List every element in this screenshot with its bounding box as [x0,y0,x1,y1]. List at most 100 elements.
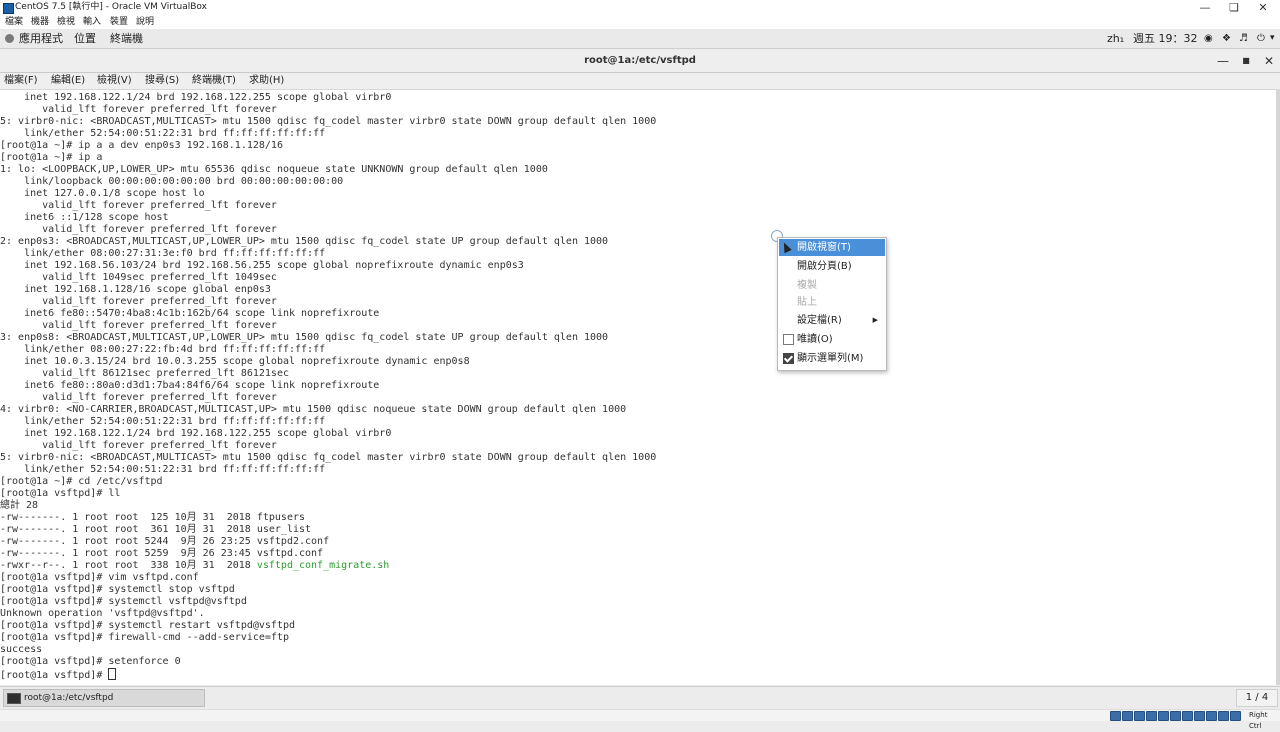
terminal-line-text: valid_lft forever preferred_lft forever [0,200,277,211]
terminal-line: 5: virbr0-nic: <BROADCAST,MULTICAST> mtu… [0,452,1276,464]
terminal-line: [root@1a ~]# ip a [0,152,1276,164]
workspace-indicator[interactable]: 1 / 4 [1236,689,1278,707]
terminal-line: inet 192.168.122.1/24 brd 192.168.122.25… [0,428,1276,440]
terminal-line: [root@1a vsftpd]# systemctl restart vsft… [0,620,1276,632]
terminal-line: 3: enp0s8: <BROADCAST,MULTICAST,UP,LOWER… [0,332,1276,344]
term-menu-search[interactable]: 搜尋(S) [145,73,179,89]
terminal-line-text: valid_lft forever preferred_lft forever [0,320,277,331]
restore-icon[interactable]: ❏ [1220,0,1248,15]
menu-item-show-menubar[interactable]: 顯示選單列(M) [779,350,885,367]
power-icon[interactable]: ⏻ [1257,29,1265,48]
term-menu-view[interactable]: 檢視(V) [97,73,132,89]
term-menu-terminal[interactable]: 終端機(T) [192,73,236,89]
input-method-indicator[interactable]: zh₁ [1107,29,1124,48]
terminal-line-text: 5: virbr0-nic: <BROADCAST,MULTICAST> mtu… [0,116,657,127]
terminal-app-menu[interactable]: 終端機 [110,29,143,48]
terminal-line-text: valid_lft forever preferred_lft forever [0,296,277,307]
terminal-line-text: link/ether 52:54:00:51:22:31 brd ff:ff:f… [0,128,326,139]
vbox-menu-help[interactable]: 說明 [136,15,154,29]
vbox-menu-devices[interactable]: 裝置 [110,15,128,29]
terminal-line-text: inet6 fe80::80a0:d3d1:7ba4:84f6/64 scope… [0,380,380,391]
vbox-menu-machine[interactable]: 機器 [31,15,49,29]
terminal-menu-bar: 檔案(F) 編輯(E) 檢視(V) 搜尋(S) 終端機(T) 求助(H) [0,73,1280,90]
menu-item-open-window[interactable]: 開啟視窗(T) [779,239,885,256]
terminal-line: inet 127.0.0.1/8 scope host lo [0,188,1276,200]
terminal-output[interactable]: inet 192.168.122.1/24 brd 192.168.122.25… [0,90,1276,685]
terminal-line: valid_lft 1049sec preferred_lft 1049sec [0,272,1276,284]
context-menu: 開啟視窗(T) 開啟分頁(B) 複製 貼上 設定檔(R) ▶ 唯讀(O) 顯示選… [777,237,887,371]
terminal-cursor [108,668,117,680]
virtualbox-icon [3,3,14,14]
term-menu-help[interactable]: 求助(H) [249,73,284,89]
clock[interactable]: 週五 19：32 [1133,29,1198,48]
terminal-line-text: -rw-------. 1 root root 5244 9月 26 23:25… [0,536,330,547]
terminal-minimize-icon[interactable]: — [1212,50,1234,72]
terminal-line-text: 5: virbr0-nic: <BROADCAST,MULTICAST> mtu… [0,452,657,463]
applications-menu[interactable]: 應用程式 [19,29,63,48]
terminal-line-text: link/ether 52:54:00:51:22:31 brd ff:ff:f… [0,416,326,427]
gnome-top-panel: 應用程式 位置 終端機 zh₁ 週五 19：32 ◉ ❖ ♬ ⏻ ▾ [0,29,1280,49]
term-menu-edit[interactable]: 編輯(E) [51,73,85,89]
places-menu[interactable]: 位置 [74,29,96,48]
terminal-line: 1: lo: <LOOPBACK,UP,LOWER_UP> mtu 65536 … [0,164,1276,176]
executable-filename: vsftpd_conf_migrate.sh [256,560,390,571]
terminal-line-text: -rw-------. 1 root root 5259 9月 26 23:45… [0,548,324,559]
terminal-line-text: [root@1a vsftpd]# systemctl stop vsftpd [0,584,235,595]
menu-item-open-window-label: 開啟視窗(T) [797,242,851,253]
activities-icon[interactable] [5,34,14,43]
terminal-line: link/ether 08:00:27:31:3e:f0 brd ff:ff:f… [0,248,1276,260]
terminal-line-text: -rwxr--r--. 1 root root 338 10月 31 2018 [0,560,257,571]
terminal-line-text: Unknown operation 'vsftpd@vsftpd'. [0,608,205,619]
taskbar-terminal-item[interactable]: root@1a:/etc/vsftpd [3,689,205,707]
terminal-line: [root@1a vsftpd]# [0,668,1276,681]
terminal-maximize-icon[interactable]: ■ [1235,50,1257,72]
menu-item-copy: 複製 [779,277,885,294]
system-menu-arrow-icon[interactable]: ▾ [1270,29,1275,48]
vbox-menu-view[interactable]: 檢視 [57,15,75,29]
terminal-scrollbar[interactable] [1276,90,1280,685]
terminal-window-title: root@1a:/etc/vsftpd [584,55,696,66]
vbox-title-bar: CentOS 7.5 [執行中] - Oracle VM VirtualBox … [0,0,1280,15]
menu-item-profiles-label: 設定檔(R) [797,315,842,326]
vbox-window-title: CentOS 7.5 [執行中] - Oracle VM VirtualBox [15,2,207,12]
vbox-menu-file[interactable]: 檔案 [5,15,23,29]
terminal-line: 總計 28 [0,500,1276,512]
vbox-menu-input[interactable]: 輸入 [83,15,101,29]
terminal-line: Unknown operation 'vsftpd@vsftpd'. [0,608,1276,620]
terminal-line-text: inet6 ::1/128 scope host [0,212,169,223]
taskbar-terminal-label: root@1a:/etc/vsftpd [24,693,114,703]
terminal-line-text: [root@1a ~]# cd /etc/vsftpd [0,476,163,487]
menu-item-paste: 貼上 [779,294,885,311]
terminal-line-text: [root@1a vsftpd]# firewall-cmd --add-ser… [0,632,289,643]
terminal-close-icon[interactable]: ✕ [1258,50,1280,72]
terminal-line: valid_lft forever preferred_lft forever [0,392,1276,404]
terminal-line: link/ether 08:00:27:22:fb:4d brd ff:ff:f… [0,344,1276,356]
terminal-line-text: inet 192.168.122.1/24 brd 192.168.122.25… [0,428,392,439]
terminal-line: valid_lft forever preferred_lft forever [0,200,1276,212]
terminal-line: [root@1a ~]# cd /etc/vsftpd [0,476,1276,488]
host-key-label: Right Ctrl [1249,711,1268,730]
read-only-checkbox[interactable] [783,334,794,345]
menu-item-paste-label: 貼上 [797,297,817,308]
terminal-line: -rw-------. 1 root root 5244 9月 26 23:25… [0,536,1276,548]
terminal-line-text: [root@1a vsftpd]# setenforce 0 [0,656,181,667]
menu-item-open-tab[interactable]: 開啟分頁(B) [779,258,885,275]
term-menu-file[interactable]: 檔案(F) [4,73,38,89]
terminal-line: -rw-------. 1 root root 361 10月 31 2018 … [0,524,1276,536]
close-icon[interactable]: ✕ [1249,0,1277,15]
terminal-line-text: valid_lft 1049sec preferred_lft 1049sec [0,272,277,283]
menu-item-profiles[interactable]: 設定檔(R) ▶ [779,312,885,329]
terminal-line-text: link/loopback 00:00:00:00:00:00 brd 00:0… [0,176,344,187]
terminal-line: [root@1a vsftpd]# firewall-cmd --add-ser… [0,632,1276,644]
menu-item-read-only[interactable]: 唯讀(O) [779,331,885,348]
terminal-line-text: inet 192.168.56.103/24 brd 192.168.56.25… [0,260,524,271]
volume-icon[interactable]: ♬ [1239,29,1248,48]
show-menubar-checkbox[interactable] [783,353,794,364]
network-icon[interactable]: ❖ [1222,29,1231,48]
terminal-line: [root@1a ~]# ip a a dev enp0s3 192.168.1… [0,140,1276,152]
terminal-line-text: inet 192.168.122.1/24 brd 192.168.122.25… [0,92,392,103]
minimize-icon[interactable]: — [1191,0,1219,15]
terminal-line: [root@1a vsftpd]# setenforce 0 [0,656,1276,668]
terminal-line: link/ether 52:54:00:51:22:31 brd ff:ff:f… [0,464,1276,476]
accessibility-icon[interactable]: ◉ [1204,29,1213,48]
